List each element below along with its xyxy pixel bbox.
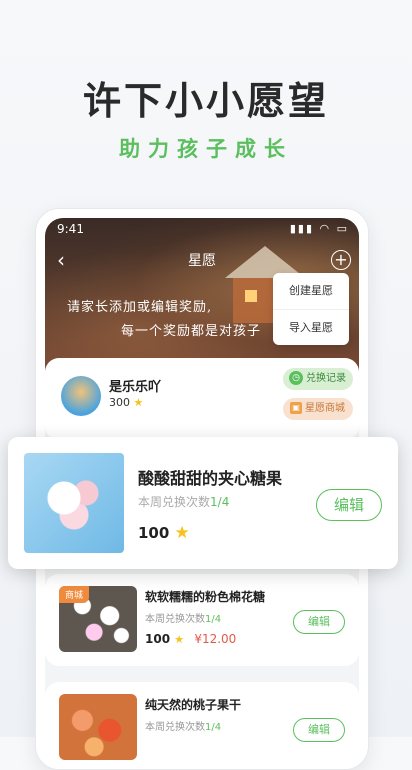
page-title: 星愿 xyxy=(188,253,216,269)
edit-button[interactable]: 编辑 xyxy=(316,489,382,521)
count-value: 1/4 xyxy=(210,495,230,509)
signal-wifi-battery-icon: ▮▮▮ ◠ ▭ xyxy=(289,222,349,235)
points-value: 300 xyxy=(109,396,130,409)
count-value: 1/4 xyxy=(205,614,222,625)
menu-item-create[interactable]: 创建星愿 xyxy=(273,273,349,309)
promo-subtitle: 助力孩子成长 xyxy=(119,137,293,161)
add-icon[interactable]: + xyxy=(331,250,351,270)
count-label: 本周兑换次数 xyxy=(145,614,205,625)
hero-text-line1: 请家长添加或编辑奖励, xyxy=(67,300,213,315)
item-name: 纯天然的桃子果干 xyxy=(145,698,242,712)
star-icon: ★ xyxy=(174,523,190,543)
edit-button[interactable]: 编辑 xyxy=(293,718,345,742)
count-value: 1/4 xyxy=(205,722,222,733)
edit-button[interactable]: 编辑 xyxy=(293,610,345,634)
mall-label: 星愿商城 xyxy=(305,403,345,414)
featured-count: 本周兑换次数1/4 xyxy=(138,493,229,510)
avatar[interactable] xyxy=(61,376,101,416)
shop-icon: ▣ xyxy=(290,402,302,414)
records-label: 兑换记录 xyxy=(306,373,346,384)
item-count: 本周兑换次数1/4 xyxy=(145,610,221,625)
featured-points: 100 ★ xyxy=(138,523,190,543)
add-dropdown-menu: 创建星愿 导入星愿 xyxy=(273,273,349,345)
marshmallow-image: 商城 xyxy=(59,586,137,652)
clock-icon: ◷ xyxy=(289,371,303,385)
item-count: 本周兑换次数1/4 xyxy=(145,718,221,733)
profile-card: 是乐乐吖 300 ★ ◷ 兑换记录 ▣ 星愿商城 xyxy=(45,358,359,440)
count-label: 本周兑换次数 xyxy=(138,495,211,509)
user-name: 是乐乐吖 xyxy=(109,380,162,395)
mall-tag: 商城 xyxy=(59,586,90,603)
star-mall-button[interactable]: ▣ 星愿商城 xyxy=(283,398,353,420)
item-name: 软软糯糯的粉色棉花糖 xyxy=(145,590,266,604)
hero-banner: 9:41 ▮▮▮ ◠ ▭ ‹ 星愿 + 请家长添加或编辑奖励, 每一个奖励都是对… xyxy=(45,218,359,378)
count-label: 本周兑换次数 xyxy=(145,722,205,733)
exchange-records-button[interactable]: ◷ 兑换记录 xyxy=(283,368,353,390)
points-value: 100 xyxy=(138,524,170,542)
item-price: 100 ★ ¥12.00 xyxy=(145,632,236,646)
star-icon: ★ xyxy=(133,396,144,409)
user-points: 300 ★ xyxy=(109,396,143,409)
star-icon: ★ xyxy=(174,633,185,646)
featured-name: 酸酸甜甜的夹心糖果 xyxy=(138,469,283,488)
candy-image xyxy=(24,453,124,553)
list-item[interactable]: 纯天然的桃子果干 本周兑换次数1/4 编辑 xyxy=(45,682,359,769)
list-item[interactable]: 商城 软软糯糯的粉色棉花糖 本周兑换次数1/4 100 ★ ¥12.00 编辑 xyxy=(45,574,359,666)
price-value: ¥12.00 xyxy=(194,632,237,646)
promo-title: 许下小小愿望 xyxy=(82,79,329,123)
menu-item-import[interactable]: 导入星愿 xyxy=(273,309,349,346)
points-value: 100 xyxy=(145,632,171,646)
hero-text-line2: 每一个奖励都是对孩子 xyxy=(121,324,262,339)
featured-reward-card[interactable]: 酸酸甜甜的夹心糖果 本周兑换次数1/4 100 ★ 编辑 xyxy=(8,437,398,569)
status-time: 9:41 xyxy=(57,222,84,236)
peach-image xyxy=(59,694,137,760)
